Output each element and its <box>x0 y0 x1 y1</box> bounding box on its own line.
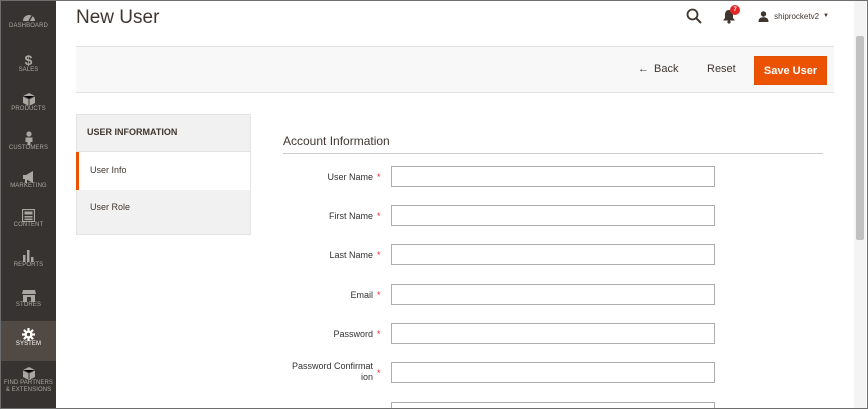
menu-item-system[interactable]: SYSTEM <box>1 321 56 361</box>
field-label-line: ion <box>360 372 373 382</box>
user-information-tabs: USER INFORMATION User Info User Role <box>76 114 251 235</box>
caret-down-icon: ▼ <box>823 13 829 19</box>
field-user-name: User Name * <box>271 166 721 188</box>
menu-label: FIND PARTNERS <box>3 380 54 386</box>
menu-item-customers[interactable]: CUSTOMERS <box>1 131 56 152</box>
notifications-button[interactable]: 7 <box>722 5 741 24</box>
required-mark: * <box>377 329 381 339</box>
fieldset-title: Account Information <box>283 134 390 148</box>
menu-item-products[interactable]: PRODUCTS <box>1 93 56 113</box>
menu-label: CONTENT <box>13 222 44 228</box>
header-actions: 7 shiprocketv2 ▼ <box>686 5 829 26</box>
field-label: Email <box>350 290 373 300</box>
save-user-button[interactable]: Save User <box>754 56 827 85</box>
notifications-count-badge: 7 <box>730 5 741 15</box>
field-label: Password <box>333 329 373 339</box>
menu-item-dashboard[interactable]: DASHBOARD <box>1 11 56 30</box>
partial-next-field <box>391 402 715 408</box>
store-icon <box>21 290 36 302</box>
menu-item-find-partners[interactable]: FIND PARTNERS & EXTENSIONS <box>1 367 56 394</box>
menu-item-sales[interactable]: $ SALES <box>1 53 56 74</box>
menu-label: PRODUCTS <box>11 106 46 112</box>
menu-label: REPORTS <box>13 262 44 268</box>
menu-item-marketing[interactable]: MARKETING <box>1 171 56 190</box>
divider <box>283 153 823 154</box>
password-input[interactable] <box>391 323 715 344</box>
gear-icon <box>22 328 35 341</box>
tabs-title: USER INFORMATION <box>76 114 251 152</box>
user-icon <box>758 10 769 22</box>
user-name-input[interactable] <box>391 166 715 187</box>
user-account-menu[interactable]: shiprocketv2 ▼ <box>758 10 829 22</box>
back-button[interactable]: ← Back <box>638 63 678 75</box>
menu-label: CUSTOMERS <box>8 145 49 151</box>
menu-label: MARKETING <box>10 183 47 189</box>
page-title: New User <box>76 7 160 28</box>
password-confirmation-input[interactable] <box>391 362 715 383</box>
tab-user-role[interactable]: User Role <box>76 190 251 235</box>
arrow-left-icon: ← <box>638 63 649 75</box>
person-icon <box>25 131 32 145</box>
field-password-confirmation: Password Confirmat ion * <box>271 361 721 384</box>
field-label: Last Name <box>329 250 373 260</box>
username: shiprocketv2 <box>774 11 820 21</box>
menu-item-reports[interactable]: REPORTS <box>1 249 56 269</box>
field-label-line: Password Confirmat <box>291 361 373 371</box>
bar-chart-icon <box>23 250 34 262</box>
required-mark: * <box>377 172 381 182</box>
field-label: User Name <box>327 172 373 182</box>
layout-icon <box>22 209 35 222</box>
required-mark: * <box>377 368 381 378</box>
page-actions-bar: ← Back Reset Save User <box>76 46 834 93</box>
field-label: Password Confirmat ion <box>283 361 373 383</box>
menu-label: SALES <box>18 67 39 73</box>
cube-icon <box>22 93 35 106</box>
last-name-input[interactable] <box>391 244 715 265</box>
menu-label: DASHBOARD <box>9 23 48 29</box>
menu-item-content[interactable]: CONTENT <box>1 209 56 229</box>
menu-label: SYSTEM <box>15 341 42 347</box>
tab-user-info[interactable]: User Info <box>76 152 251 190</box>
admin-menu: DASHBOARD $ SALES PRODUCTS CUSTOMERS MAR… <box>1 1 56 408</box>
required-mark: * <box>377 250 381 260</box>
search-icon[interactable] <box>686 8 702 24</box>
field-label: First Name <box>328 211 373 221</box>
app-window: DASHBOARD $ SALES PRODUCTS CUSTOMERS MAR… <box>0 0 868 409</box>
menu-label: STORES <box>15 302 42 308</box>
megaphone-icon <box>22 171 33 183</box>
dollar-icon: $ <box>24 52 33 68</box>
email-input[interactable] <box>391 284 715 305</box>
field-first-name: First Name * <box>271 205 721 227</box>
back-button-label: Back <box>654 63 679 75</box>
field-last-name: Last Name * <box>271 244 721 266</box>
field-password: Password * <box>271 323 721 345</box>
field-email: Email * <box>271 284 721 306</box>
dashboard-icon <box>22 15 35 22</box>
reset-button[interactable]: Reset <box>707 63 736 75</box>
scrollbar[interactable] <box>854 1 866 408</box>
menu-item-stores[interactable]: STORES <box>1 289 56 309</box>
menu-label: & EXTENSIONS <box>5 387 52 393</box>
first-name-input[interactable] <box>391 205 715 226</box>
scrollbar-thumb[interactable] <box>856 36 864 240</box>
required-mark: * <box>377 211 381 221</box>
puzzle-cube-icon <box>22 367 35 380</box>
required-mark: * <box>377 290 381 300</box>
